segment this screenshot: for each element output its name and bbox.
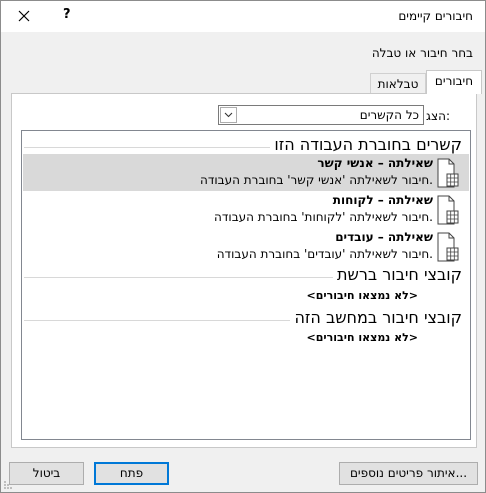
tab-connections[interactable]: חיבורים [426, 70, 482, 94]
no-connections-text: <לא נמצאו חיבורים> [306, 289, 418, 302]
item-description: חיבור לשאילתה 'אנשי קשר' בחוברת העבודה. [200, 173, 433, 187]
item-name: שאילתה – לקוחות [332, 193, 433, 207]
close-button[interactable] [13, 5, 35, 27]
list-item[interactable]: שאילתה – עובדים חיבור לשאילתה 'עובדים' ב… [23, 228, 469, 265]
section-title: קשרים בחוברת העבודה הזו [270, 135, 462, 154]
help-button[interactable]: ? [63, 7, 71, 22]
list-item[interactable]: שאילתה – לקוחות חיבור לשאילתה 'לקוחות' ב… [23, 191, 469, 228]
resize-grip-icon[interactable] [3, 480, 13, 490]
title-bar: חיבורים קיימים ? [1, 1, 485, 32]
existing-connections-dialog: חיבורים קיימים ? בחר חיבור או טבלה חיבור… [0, 0, 486, 493]
open-button[interactable]: פתח [94, 462, 169, 485]
section-computer: קובצי חיבור במחשב הזה [22, 307, 470, 331]
item-description: חיבור לשאילתה 'לקוחות' בחוברת העבודה. [214, 210, 433, 224]
dropdown-button[interactable] [220, 107, 237, 123]
show-label: הצג: [426, 109, 450, 123]
tab-tables[interactable]: טבלאות [370, 73, 426, 95]
item-name: שאילתה – אנשי קשר [317, 156, 433, 170]
query-connection-icon [437, 158, 459, 188]
connections-list[interactable]: קשרים בחוברת העבודה הזו שאילתה – אנשי קש… [21, 130, 471, 440]
query-connection-icon [437, 195, 459, 225]
dropdown-value: כל הקשרים [359, 108, 419, 122]
section-network: קובצי חיבור ברשת [22, 264, 470, 288]
list-item[interactable]: שאילתה – אנשי קשר חיבור לשאילתה 'אנשי קש… [23, 154, 469, 191]
cancel-button[interactable]: ביטול [9, 462, 84, 485]
show-dropdown[interactable]: כל הקשרים [218, 105, 424, 125]
section-title: קובצי חיבור ברשת [332, 265, 462, 284]
item-description: חיבור לשאילתה 'עובדים' בחוברת העבודה. [216, 247, 433, 261]
section-title: קובצי חיבור במחשב הזה [290, 308, 462, 327]
chevron-down-icon [224, 112, 233, 118]
window-title: חיבורים קיימים [398, 9, 473, 23]
item-name: שאילתה – עובדים [335, 230, 433, 244]
browse-more-button[interactable]: איתור פריטים נוספים... [339, 462, 478, 485]
no-connections-text: <לא נמצאו חיבורים> [306, 331, 418, 344]
instruction-label: בחר חיבור או טבלה [371, 46, 473, 60]
close-icon [18, 10, 30, 22]
query-connection-icon [437, 232, 459, 262]
